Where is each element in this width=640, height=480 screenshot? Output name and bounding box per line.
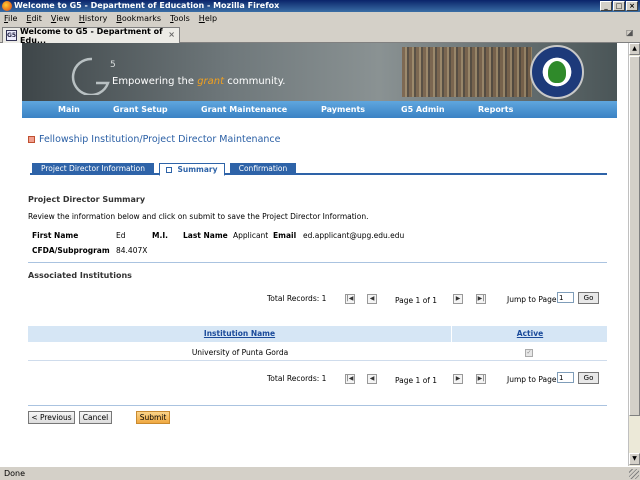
mi-label: M.I.: [152, 231, 168, 240]
menu-help[interactable]: Help: [199, 14, 217, 23]
menu-history[interactable]: History: [79, 14, 107, 23]
last-page-icon[interactable]: ▶|: [476, 294, 486, 304]
page-of-bottom: Page 1 of 1: [395, 376, 438, 385]
vertical-scrollbar[interactable]: ▲ ▼: [628, 43, 640, 466]
footer-divider: [28, 405, 607, 406]
g5-favicon-icon: G5: [6, 30, 17, 41]
table-row: University of Punta Gorda ✓: [28, 345, 607, 361]
nav-reports[interactable]: Reports: [478, 105, 513, 114]
prev-page-icon[interactable]: ◀: [367, 294, 377, 304]
browser-tab-title: Welcome to G5 - Department of Edu...: [20, 26, 163, 45]
col-active[interactable]: Active: [453, 326, 607, 342]
nav-g5-admin[interactable]: G5 Admin: [401, 105, 445, 114]
go-button-bottom[interactable]: Go: [578, 372, 599, 384]
go-button[interactable]: Go: [578, 292, 599, 304]
jump-to-page-label-bottom: Jump to Page: [507, 375, 557, 384]
first-page-icon-bottom[interactable]: |◀: [345, 374, 355, 384]
menu-bookmarks[interactable]: Bookmarks: [116, 14, 161, 23]
tab-project-director-information[interactable]: Project Director Information: [32, 163, 154, 175]
previous-button[interactable]: < Previous: [28, 411, 75, 424]
g5-logo: 5: [71, 57, 116, 95]
svg-text:5: 5: [110, 60, 116, 70]
associated-institutions-title: Associated Institutions: [28, 271, 132, 280]
last-name-label: Last Name: [183, 231, 228, 240]
menu-edit[interactable]: Edit: [26, 14, 42, 23]
tab-close-icon[interactable]: ×: [168, 30, 175, 39]
pager-bottom: Total Records: 1 |◀ ◀ Page 1 of 1 ▶ ▶| J…: [22, 372, 617, 388]
firefox-icon: [2, 1, 12, 11]
status-bar: Done: [0, 466, 640, 480]
project-director-summary-title: Project Director Summary: [28, 195, 146, 204]
cancel-button[interactable]: Cancel: [79, 411, 112, 424]
page-content: 5 Empowering the grant community. Main G…: [22, 43, 617, 466]
minimize-button[interactable]: _: [600, 1, 612, 11]
new-tab-icon[interactable]: ◪: [626, 28, 636, 40]
total-records-bottom: Total Records: 1: [267, 374, 327, 383]
browser-tab[interactable]: G5 Welcome to G5 - Department of Edu... …: [2, 26, 180, 45]
menu-bar: File Edit View History Bookmarks Tools H…: [0, 12, 640, 25]
nav-grant-maintenance[interactable]: Grant Maintenance: [201, 105, 287, 114]
scroll-down-icon[interactable]: ▼: [629, 453, 640, 465]
last-name-value: Applicant: [233, 231, 269, 240]
page-viewport: 5 Empowering the grant community. Main G…: [0, 43, 628, 466]
nav-grant-setup[interactable]: Grant Setup: [113, 105, 168, 114]
submit-button[interactable]: Submit: [136, 411, 170, 424]
main-nav: Main Grant Setup Grant Maintenance Payme…: [22, 101, 617, 118]
pager-top: Total Records: 1 |◀ ◀ Page 1 of 1 ▶ ▶| J…: [22, 292, 617, 308]
scroll-up-icon[interactable]: ▲: [629, 43, 640, 55]
next-page-icon[interactable]: ▶: [453, 294, 463, 304]
cfda-value: 84.407X: [116, 246, 148, 255]
resize-grip-icon[interactable]: [629, 469, 639, 479]
institutions-table-header: Institution Name Active: [28, 326, 607, 342]
department-seal-icon: [530, 45, 584, 99]
institution-name-cell: University of Punta Gorda: [191, 348, 289, 357]
nav-main[interactable]: Main: [58, 105, 80, 114]
total-records: Total Records: 1: [267, 294, 327, 303]
email-value: ed.applicant@upg.edu.edu: [303, 231, 405, 240]
active-checkbox: ✓: [525, 349, 533, 357]
col-institution-name[interactable]: Institution Name: [28, 326, 452, 342]
last-page-icon-bottom[interactable]: ▶|: [476, 374, 486, 384]
browser-tab-strip: G5 Welcome to G5 - Department of Edu... …: [0, 25, 640, 45]
page-of: Page 1 of 1: [395, 296, 438, 305]
seal-tree-icon: [548, 61, 566, 83]
section-divider: [28, 262, 607, 263]
prev-page-icon-bottom[interactable]: ◀: [367, 374, 377, 384]
cfda-label: CFDA/Subprogram: [32, 246, 110, 255]
page-title: Fellowship Institution/Project Director …: [28, 134, 280, 145]
tab-confirmation[interactable]: Confirmation: [230, 163, 296, 175]
jump-page-input[interactable]: [557, 292, 574, 303]
first-page-icon[interactable]: |◀: [345, 294, 355, 304]
nav-payments[interactable]: Payments: [321, 105, 365, 114]
jump-to-page-label: Jump to Page: [507, 295, 557, 304]
window-title: Welcome to G5 - Department of Education …: [14, 1, 280, 10]
close-window-button[interactable]: ×: [626, 1, 638, 11]
maximize-button[interactable]: □: [613, 1, 625, 11]
jump-page-input-bottom[interactable]: [557, 372, 574, 383]
tab-summary-icon: [166, 167, 173, 173]
first-name-label: First Name: [32, 231, 79, 240]
next-page-icon-bottom[interactable]: ▶: [453, 374, 463, 384]
tab-summary[interactable]: Summary: [159, 163, 225, 176]
scroll-thumb[interactable]: [629, 56, 640, 416]
menu-tools[interactable]: Tools: [170, 14, 190, 23]
window-title-bar: Welcome to G5 - Department of Education …: [0, 0, 640, 12]
library-shelves-image: [402, 47, 532, 97]
wizard-tabs: Project Director Information Summary Con…: [30, 163, 607, 176]
first-name-value: Ed: [116, 231, 126, 240]
banner-tagline: Empowering the grant community.: [112, 76, 286, 87]
menu-file[interactable]: File: [4, 14, 17, 23]
menu-view[interactable]: View: [51, 14, 70, 23]
title-bullet-icon: [28, 136, 35, 143]
site-banner: 5 Empowering the grant community.: [22, 43, 617, 101]
email-label: Email: [273, 231, 297, 240]
summary-description: Review the information below and click o…: [28, 212, 369, 221]
status-text: Done: [4, 469, 26, 478]
